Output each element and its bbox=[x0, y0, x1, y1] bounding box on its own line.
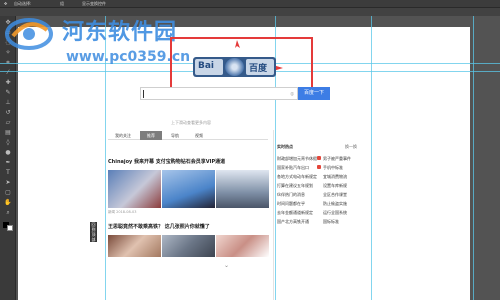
column-divider bbox=[273, 130, 274, 300]
search-input[interactable]: ⌾ bbox=[140, 87, 298, 100]
background-color-swatch[interactable] bbox=[7, 225, 13, 231]
feed-image-2c[interactable] bbox=[216, 235, 269, 257]
feed-image-2a[interactable] bbox=[108, 235, 161, 257]
stamp-icon[interactable]: ⊥ bbox=[4, 100, 12, 106]
hot-item[interactable]: 时间问题都在乎 bbox=[277, 201, 305, 207]
hot-item[interactable]: 各地方式电动车新规定 bbox=[277, 174, 317, 180]
scroll-hint: 上下滑动查看更多内容 bbox=[171, 120, 211, 125]
hot-item[interactable]: 设置车库新规 bbox=[323, 183, 347, 189]
hot-item[interactable]: 运行全国系统 bbox=[323, 210, 347, 216]
auto-select-label[interactable]: 自动选择: bbox=[14, 0, 31, 8]
feed-tabs: 我的关注 推荐 导航 视频 bbox=[108, 131, 268, 140]
eraser-icon[interactable]: ▱ bbox=[4, 120, 12, 126]
hot-badge bbox=[317, 156, 321, 160]
hot-item[interactable]: 财政部增加元宵节休假 bbox=[277, 156, 317, 162]
hot-item[interactable]: 国产北方高铁开通 bbox=[277, 219, 309, 225]
guide-vertical bbox=[371, 16, 372, 300]
move-tool-icon[interactable]: ✥ bbox=[4, 0, 7, 8]
hot-topics-panel: 实时热点 换一换 财政部增加元宵节休假 国家补贴汽车出口 各地方式电动车新规定 … bbox=[275, 144, 370, 264]
photoshop-window: ✥ 自动选择: 组 显示变换控件 ✥ ▭ ◌ ✧ ⌗ ⁄ ✚ ✎ ⊥ ↺ ▱ ▤… bbox=[0, 0, 500, 300]
hot-item[interactable]: 手机中标准 bbox=[323, 165, 343, 171]
history-brush-icon[interactable]: ↺ bbox=[4, 110, 12, 116]
feed-image-1b[interactable] bbox=[162, 170, 215, 208]
hot-item[interactable]: 防止偷盗实施 bbox=[323, 201, 347, 207]
back-to-top-tab[interactable]: 回到顶部 bbox=[90, 222, 97, 242]
dodge-icon[interactable]: ● bbox=[4, 150, 12, 156]
logo-emblem-icon bbox=[225, 58, 244, 76]
feed-image-1a[interactable] bbox=[108, 170, 161, 208]
hot-item[interactable]: 宜城消费物流 bbox=[323, 174, 347, 180]
path-select-icon[interactable]: ➤ bbox=[4, 180, 12, 186]
tab-video[interactable]: 视频 bbox=[188, 131, 210, 140]
group-select[interactable]: 组 bbox=[60, 0, 64, 8]
tab-my-follow[interactable]: 我的关注 bbox=[108, 131, 138, 140]
show-transform-controls[interactable]: 显示变换控件 bbox=[82, 0, 106, 8]
camera-icon[interactable]: ⌾ bbox=[290, 91, 294, 99]
hot-item[interactable]: 去年金额通道新规定 bbox=[277, 210, 313, 216]
blur-icon[interactable]: ◊ bbox=[4, 140, 12, 146]
hot-item[interactable]: 国标标准 bbox=[323, 219, 339, 225]
shape-icon[interactable]: ▢ bbox=[4, 190, 12, 196]
news-feed: Chinajoy 我来开幕 支付宝购物钻石会员享VIP通道 新闻 2018-08… bbox=[108, 140, 270, 270]
feed-headline-1[interactable]: Chinajoy 我来开幕 支付宝购物钻石会员享VIP通道 bbox=[108, 158, 268, 165]
search-button[interactable]: 百度一下 bbox=[298, 87, 330, 100]
watermark-title: 河东软件园 bbox=[62, 19, 178, 45]
feed-image-1c[interactable] bbox=[216, 170, 269, 208]
logo-left-text: Bai bbox=[198, 61, 215, 71]
heal-icon[interactable]: ✚ bbox=[4, 80, 12, 86]
tab-recommend[interactable]: 推荐 bbox=[140, 131, 162, 140]
refresh-link[interactable]: 换一换 bbox=[345, 144, 357, 150]
toolbar: ✥ ▭ ◌ ✧ ⌗ ⁄ ✚ ✎ ⊥ ↺ ▱ ▤ ◊ ● ✒ T ➤ ▢ ✋ ⌕ bbox=[0, 16, 16, 300]
text-cursor bbox=[143, 90, 144, 98]
feed-meta-1: 新闻 2018-08-03 bbox=[108, 210, 137, 214]
guide-vertical bbox=[473, 16, 474, 300]
logo-right-text: 百度 bbox=[249, 64, 268, 74]
options-bar: ✥ 自动选择: 组 显示变换控件 bbox=[0, 0, 500, 8]
hot-item[interactable]: 男子被严重事件 bbox=[323, 156, 351, 162]
hot-item[interactable]: 全区合作课堂 bbox=[323, 192, 347, 198]
tab-navigation[interactable]: 导航 bbox=[164, 131, 186, 140]
hot-item[interactable]: 国家补贴汽车出口 bbox=[277, 165, 309, 171]
hot-item[interactable]: 伙伴热门的消息 bbox=[277, 192, 305, 198]
zoom-icon[interactable]: ⌕ bbox=[4, 210, 12, 216]
gradient-icon[interactable]: ▤ bbox=[4, 130, 12, 136]
type-icon[interactable]: T bbox=[4, 170, 12, 176]
feed-headline-2[interactable]: 王思聪竟然不敢乘高铁？ 这几张照片你就懂了 bbox=[108, 223, 268, 230]
hot-item[interactable]: 打算在建议五年规划 bbox=[277, 183, 313, 189]
chevron-down-icon[interactable]: ⌄ bbox=[224, 262, 229, 269]
brush-icon[interactable]: ✎ bbox=[4, 90, 12, 96]
watermark-logo-icon bbox=[5, 18, 53, 50]
pen-icon[interactable]: ✒ bbox=[4, 160, 12, 166]
hand-icon[interactable]: ✋ bbox=[4, 200, 12, 206]
hot-badge bbox=[317, 165, 321, 169]
hot-topics-title: 实时热点 bbox=[277, 144, 293, 149]
feed-image-2b[interactable] bbox=[162, 235, 215, 257]
baidu-logo-image[interactable]: Bai 百度 bbox=[193, 57, 276, 77]
